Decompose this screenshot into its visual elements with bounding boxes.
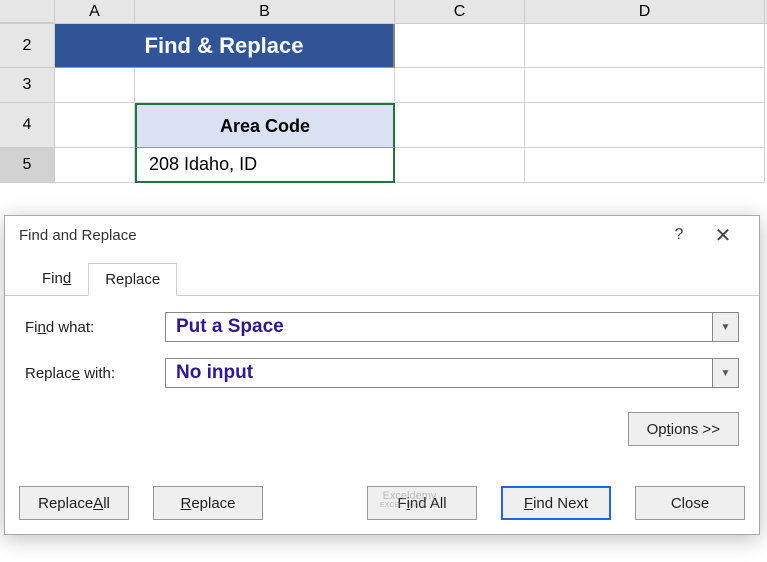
row-header-2[interactable]: 2 (0, 24, 55, 68)
find-next-button[interactable]: Find Next (501, 486, 611, 520)
banner-cell[interactable]: Find & Replace (55, 24, 395, 68)
find-replace-dialog: Find and Replace ? ✕ Find Replace Find w… (4, 215, 760, 535)
cell-D2[interactable] (525, 24, 765, 68)
col-header-C[interactable]: C (395, 0, 525, 23)
cell-D3[interactable] (525, 68, 765, 103)
area-code-header[interactable]: Area Code (135, 103, 395, 148)
row-header-3[interactable]: 3 (0, 68, 55, 103)
tab-strip: Find Replace (5, 262, 759, 296)
cell-D4[interactable] (525, 103, 765, 148)
replace-with-dropdown[interactable]: ▼ (713, 358, 739, 388)
select-all-corner[interactable] (0, 0, 55, 23)
cell-C5[interactable] (395, 148, 525, 183)
replace-all-button[interactable]: Replace All (19, 486, 129, 520)
tab-replace[interactable]: Replace (88, 263, 177, 296)
col-header-B[interactable]: B (135, 0, 395, 23)
replace-with-label: Replace with: (25, 365, 165, 382)
cell-A3[interactable] (55, 68, 135, 103)
find-what-input[interactable] (165, 312, 713, 342)
cell-B5[interactable]: 208 Idaho, ID (135, 148, 395, 183)
col-header-D[interactable]: D (525, 0, 765, 23)
replace-with-input[interactable] (165, 358, 713, 388)
chevron-down-icon: ▼ (721, 322, 731, 333)
close-button[interactable]: Close (635, 486, 745, 520)
cell-A5[interactable] (55, 148, 135, 183)
options-button[interactable]: Options >> (628, 412, 739, 446)
dialog-titlebar[interactable]: Find and Replace ? ✕ (5, 216, 759, 254)
row-header-5[interactable]: 5 (0, 148, 55, 183)
cell-D5[interactable] (525, 148, 765, 183)
dialog-title: Find and Replace (19, 227, 137, 244)
cell-C3[interactable] (395, 68, 525, 103)
col-header-A[interactable]: A (55, 0, 135, 23)
cell-C4[interactable] (395, 103, 525, 148)
replace-button[interactable]: Replace (153, 486, 263, 520)
cell-C2[interactable] (395, 24, 525, 68)
chevron-down-icon: ▼ (721, 368, 731, 379)
cell-B3[interactable] (135, 68, 395, 103)
find-what-dropdown[interactable]: ▼ (713, 312, 739, 342)
row-header-4[interactable]: 4 (0, 103, 55, 148)
tab-find[interactable]: Find (25, 262, 88, 295)
help-icon[interactable]: ? (657, 226, 701, 244)
close-icon[interactable]: ✕ (701, 223, 745, 248)
find-what-label: Find what: (25, 319, 165, 336)
cell-A4[interactable] (55, 103, 135, 148)
find-all-button[interactable]: Find All (367, 486, 477, 520)
